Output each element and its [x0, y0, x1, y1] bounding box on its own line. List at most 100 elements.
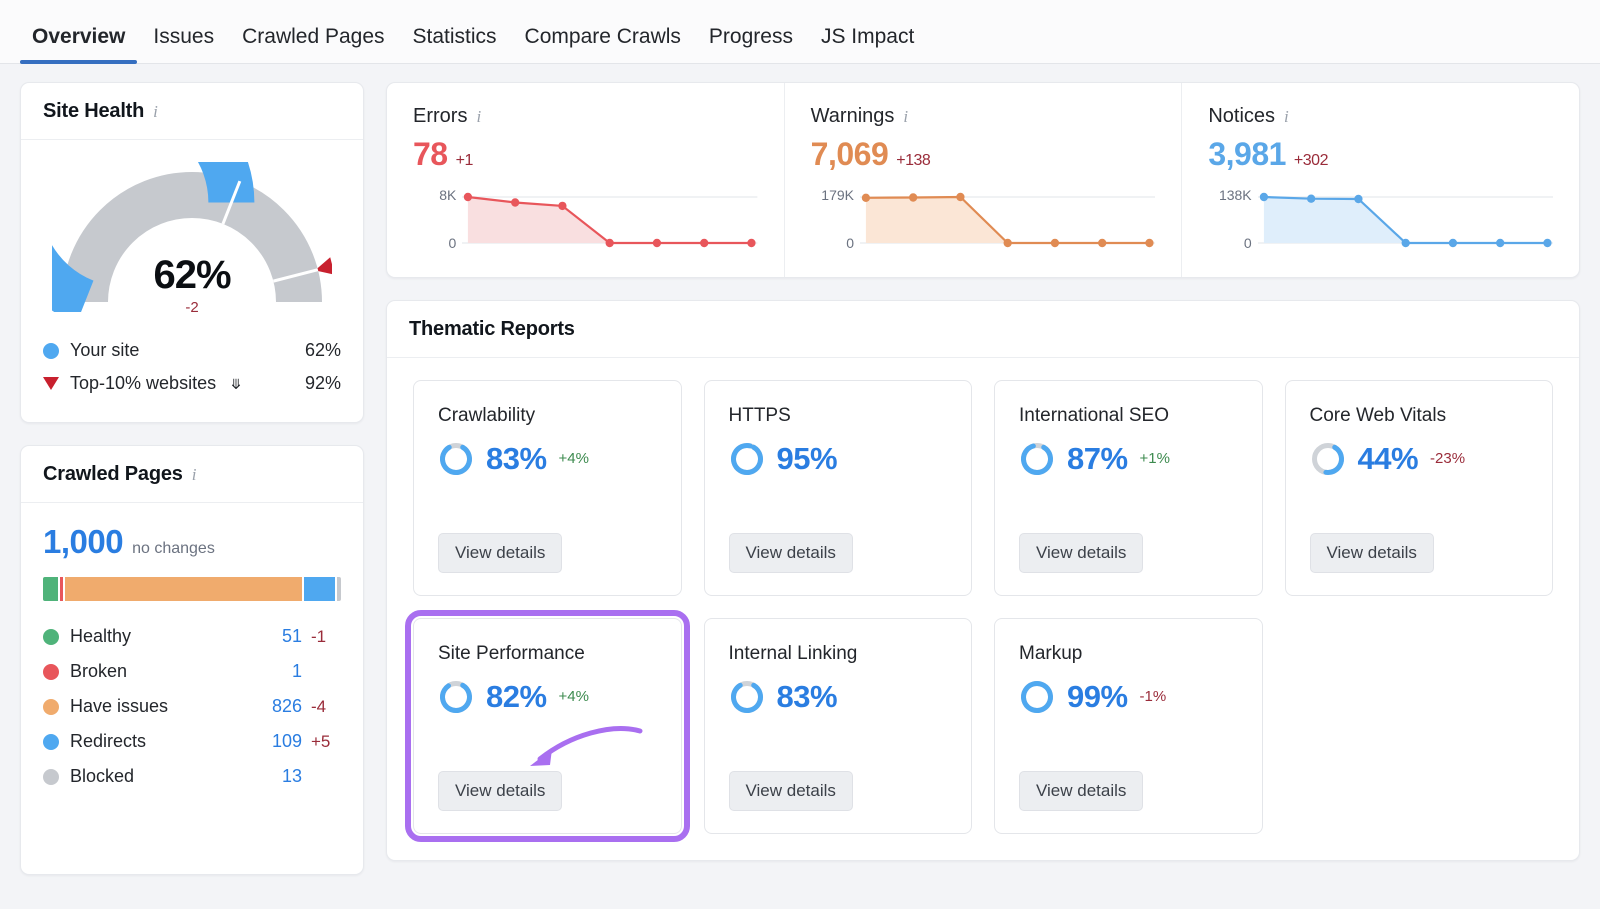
stat-header-errors: Errorsi — [413, 105, 758, 128]
thematic-card-delta-site-performance: +4% — [559, 688, 589, 705]
stat-value-errors: 78 — [413, 136, 448, 173]
tab-js-impact[interactable]: JS Impact — [807, 26, 928, 63]
triangle-down-red-icon — [43, 377, 59, 390]
crawled-pages-row-value: 51 — [256, 626, 302, 647]
site-health-card: Site Health i 62% -2 — [20, 82, 364, 423]
info-icon[interactable]: i — [153, 103, 158, 120]
info-icon[interactable]: i — [903, 108, 908, 125]
crawled-pages-row-label: Redirects — [70, 731, 256, 752]
crawled-pages-change-note: no changes — [132, 540, 215, 558]
legend-item-top-10-websites[interactable]: Top-10% websites ⤋ 92% — [43, 367, 341, 400]
thematic-card-percent-site-performance: 82% — [486, 679, 547, 715]
thematic-card-score-core-web-vitals: 44% -23% — [1310, 441, 1529, 477]
issue-summary-card: Errorsi78+18K0Warningsi7,069+138179K0Not… — [386, 82, 1580, 278]
thematic-card-https[interactable]: HTTPS95%View details — [704, 380, 973, 596]
stat-value-row-errors: 78 +1 — [413, 136, 758, 173]
axis-tick-top: 179K — [821, 187, 854, 203]
thematic-reports-grid: Crawlability83%+4%View detailsHTTPS95%Vi… — [413, 380, 1553, 834]
thematic-card-crawlability[interactable]: Crawlability83%+4%View details — [413, 380, 682, 596]
thematic-card-title-site-performance: Site Performance — [438, 643, 657, 665]
axis-tick-bottom: 0 — [449, 235, 457, 251]
site-health-delta: -2 — [52, 299, 332, 316]
thematic-card-delta-international-seo: +1% — [1140, 450, 1170, 467]
stat-delta-errors: +1 — [456, 152, 473, 170]
view-details-button-internal-linking[interactable]: View details — [729, 771, 853, 811]
crawled-pages-row[interactable]: Blocked13 — [43, 759, 341, 794]
info-icon[interactable]: i — [192, 466, 197, 483]
sparkline-svg-warnings — [860, 187, 1155, 251]
donut-progress-icon — [438, 441, 474, 477]
stat-value-row-warnings: 7,069+138 — [811, 136, 1156, 173]
bar-segment-blocked — [337, 577, 341, 601]
tab-issues[interactable]: Issues — [139, 26, 228, 63]
stat-card-warnings: Warnings i 7,069+138 179K0 — [784, 83, 1182, 277]
thematic-reports-title: Thematic Reports — [409, 318, 575, 341]
thematic-card-site-performance[interactable]: Site Performance 82% +4% View details — [413, 618, 682, 834]
thematic-card-percent-markup: 99% — [1067, 679, 1128, 715]
stat-label-warnings: Warnings — [811, 105, 895, 128]
tab-progress[interactable]: Progress — [695, 26, 807, 63]
crawled-pages-row[interactable]: Redirects109+5 — [43, 724, 341, 759]
thematic-card-internal-linking[interactable]: Internal Linking83%View details — [704, 618, 973, 834]
info-icon[interactable]: i — [476, 108, 481, 125]
tab-bar: OverviewIssuesCrawled PagesStatisticsCom… — [0, 0, 1600, 64]
sparkline-warnings: 179K0 — [811, 187, 1156, 251]
crawled-pages-row[interactable]: Healthy51-1 — [43, 619, 341, 654]
sparkline-axis-errors: 8K 0 — [413, 187, 456, 251]
stat-value-notices: 3,981 — [1208, 136, 1286, 173]
tab-statistics[interactable]: Statistics — [399, 26, 511, 63]
crawled-pages-stacked-bar — [43, 577, 341, 601]
tab-overview[interactable]: Overview — [18, 26, 139, 63]
sparkline-axis-notices: 138K0 — [1208, 187, 1251, 251]
status-dot-icon — [43, 699, 59, 715]
crawled-pages-row[interactable]: Broken1 — [43, 654, 341, 689]
sparkline-notices: 138K0 — [1208, 187, 1553, 251]
view-details-button-crawlability[interactable]: View details — [438, 533, 562, 573]
view-details-button-markup[interactable]: View details — [1019, 771, 1143, 811]
thematic-card-core-web-vitals[interactable]: Core Web Vitals44%-23%View details — [1285, 380, 1554, 596]
axis-tick-top: 8K — [439, 187, 456, 203]
view-details-button-international-seo[interactable]: View details — [1019, 533, 1143, 573]
stat-value-warnings: 7,069 — [811, 136, 889, 173]
bar-segment-redirects — [304, 577, 335, 601]
issue-summary-row: Errorsi78+18K0Warningsi7,069+138179K0Not… — [387, 83, 1579, 277]
stat-value-row-notices: 3,981+302 — [1208, 136, 1553, 173]
crawled-pages-row-label: Healthy — [70, 626, 256, 647]
thematic-reports-body: Crawlability83%+4%View detailsHTTPS95%Vi… — [387, 358, 1579, 860]
status-dot-icon — [43, 734, 59, 750]
axis-tick-top: 138K — [1219, 187, 1252, 203]
thematic-card-international-seo[interactable]: International SEO87%+1%View details — [994, 380, 1263, 596]
thematic-card-percent-international-seo: 87% — [1067, 441, 1128, 477]
tab-compare-crawls[interactable]: Compare Crawls — [511, 26, 695, 63]
tab-crawled-pages[interactable]: Crawled Pages — [228, 26, 398, 63]
sparkline-errors: 8K 0 — [413, 187, 758, 251]
donut-progress-icon — [1310, 441, 1346, 477]
stat-card-errors: Errorsi 78 +1 8K 0 — [387, 83, 784, 277]
thematic-reports-header: Thematic Reports — [387, 301, 1579, 358]
thematic-card-title-markup: Markup — [1019, 643, 1238, 665]
site-health-title: Site Health — [43, 100, 144, 123]
thematic-card-percent-internal-linking: 83% — [777, 679, 838, 715]
legend-value-your-site: 62% — [305, 340, 341, 361]
status-dot-icon — [43, 769, 59, 785]
view-details-button-core-web-vitals[interactable]: View details — [1310, 533, 1434, 573]
crawled-pages-row[interactable]: Have issues826-4 — [43, 689, 341, 724]
crawled-pages-row-value: 1 — [256, 661, 302, 682]
site-health-body: 62% -2 Your site 62% Top-10% websites — [21, 140, 363, 422]
crawled-pages-title: Crawled Pages — [43, 463, 183, 486]
crawled-pages-count: 1,000 — [43, 523, 123, 561]
donut-progress-icon — [438, 679, 474, 715]
thematic-card-percent-core-web-vitals: 44% — [1358, 441, 1419, 477]
site-health-gauge: 62% -2 — [52, 162, 332, 312]
thematic-card-markup[interactable]: Markup99%-1%View details — [994, 618, 1263, 834]
sparkline-svg-errors — [462, 187, 757, 251]
stat-header-warnings: Warnings i — [811, 105, 1156, 128]
thematic-card-score-site-performance: 82% +4% — [438, 679, 657, 715]
view-details-button-https[interactable]: View details — [729, 533, 853, 573]
sparkline-axis-warnings: 179K0 — [811, 187, 854, 251]
donut-progress-icon — [729, 679, 765, 715]
site-performance-view-details-button[interactable]: View details — [438, 771, 562, 811]
chevron-down-icon[interactable]: ⤋ — [230, 376, 242, 392]
info-icon[interactable]: i — [1284, 108, 1289, 125]
thematic-card-delta-core-web-vitals: -23% — [1430, 450, 1465, 467]
